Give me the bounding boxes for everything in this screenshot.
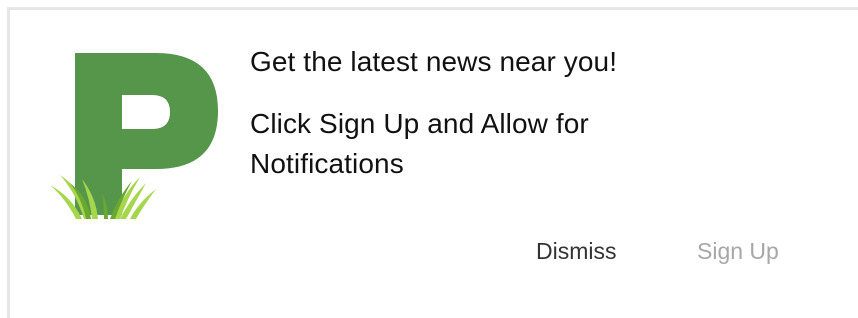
notification-message: Click Sign Up and Allow for Notification…	[250, 108, 589, 179]
sign-up-button[interactable]: Sign Up	[691, 234, 785, 269]
notification-headline: Get the latest news near you!	[250, 46, 618, 77]
notification-prompt: Get the latest news near you! Click Sign…	[7, 7, 858, 318]
patch-logo-icon	[46, 43, 222, 221]
dismiss-button[interactable]: Dismiss	[530, 234, 623, 269]
